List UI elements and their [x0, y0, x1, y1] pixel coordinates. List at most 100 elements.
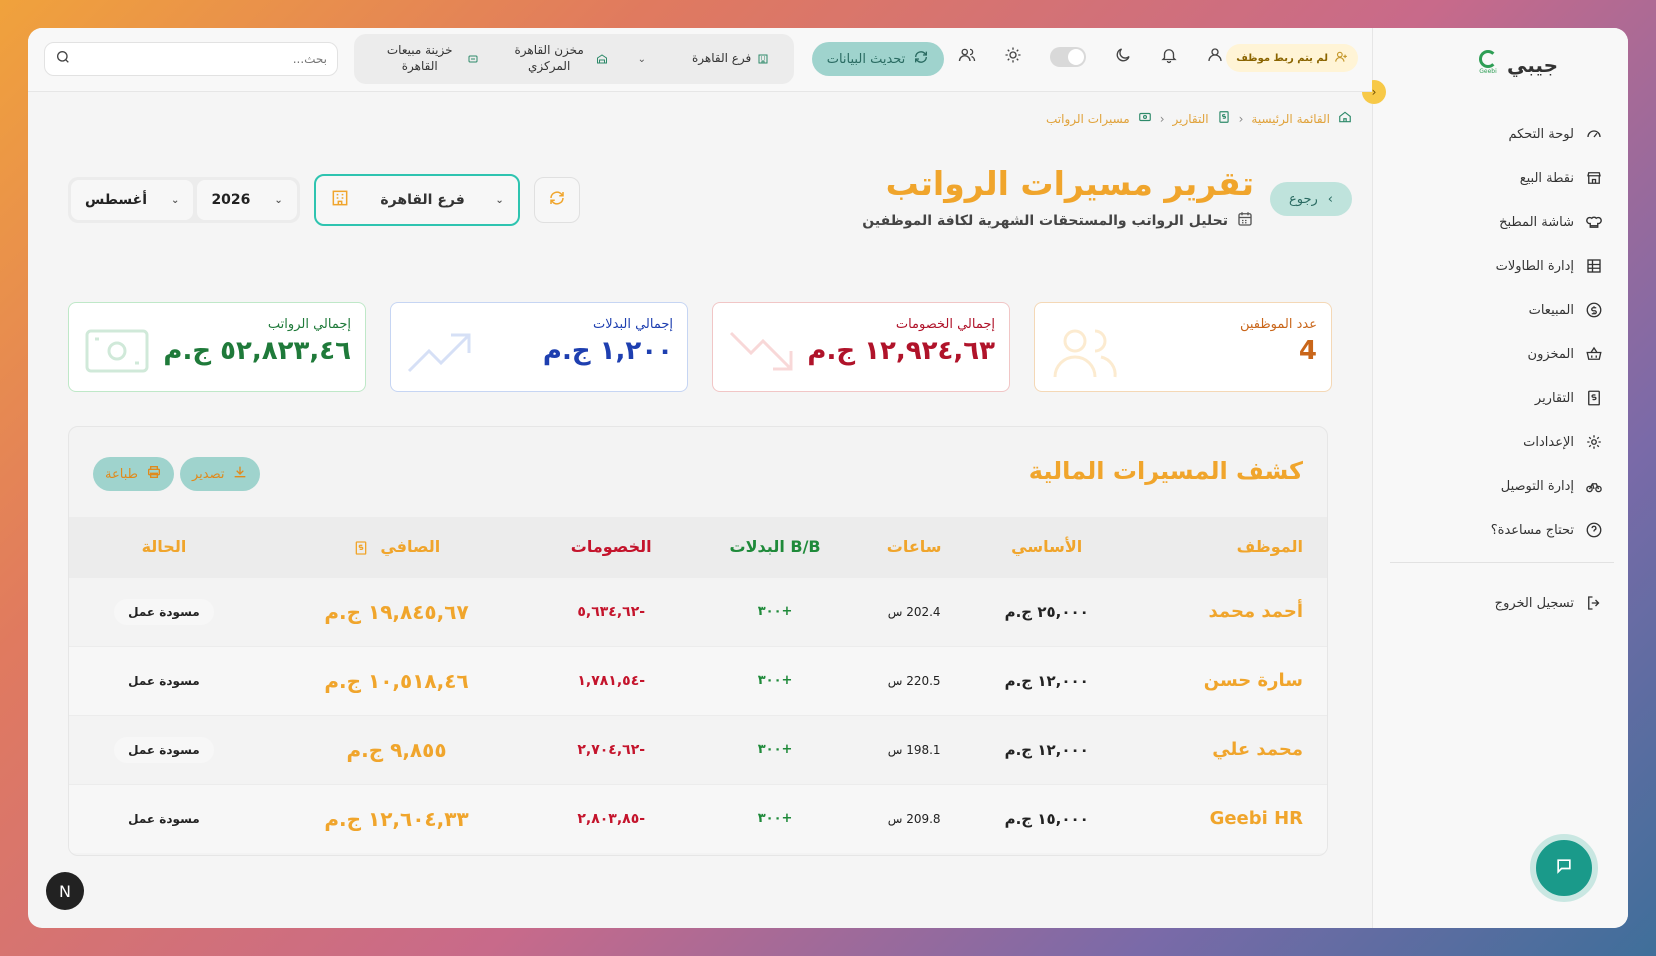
- sidebar-item-dashboard[interactable]: لوحة التحكم: [1404, 112, 1604, 156]
- chevron-left-icon: ‹: [1159, 111, 1165, 126]
- gauge-icon: [1584, 124, 1604, 144]
- bike-icon: [1584, 476, 1604, 496]
- cell-employee: أحمد محمد: [1208, 601, 1303, 622]
- sidebar-item-tables[interactable]: إدارة الطاولات: [1404, 244, 1604, 288]
- cell-net: ١٠,٥١٨,٤٦ ج.م: [324, 668, 469, 693]
- chat-button[interactable]: [1530, 834, 1598, 902]
- sidebar-item-inventory[interactable]: المخزون: [1404, 332, 1604, 376]
- brand-name: جيبي: [1507, 53, 1558, 77]
- user-icon[interactable]: [1206, 46, 1224, 68]
- cashbox-selector[interactable]: خزينة مبيعات القاهرة: [379, 43, 479, 74]
- stat-total-allowances: إجمالي البدلات ١,٢٠٠ ج.م: [390, 302, 688, 392]
- sidebar-item-kitchen[interactable]: شاشة المطبخ: [1404, 200, 1604, 244]
- back-button[interactable]: › رجوع: [1270, 182, 1352, 216]
- report-icon: [1584, 388, 1604, 408]
- branch-selector[interactable]: فرع القاهرة ⌄: [638, 51, 770, 67]
- sidebar-item-pos[interactable]: نقطة البيع: [1404, 156, 1604, 200]
- report-icon: [1217, 110, 1231, 127]
- bell-icon[interactable]: [1160, 46, 1178, 68]
- sidebar-item-delivery[interactable]: إدارة التوصيل: [1404, 464, 1604, 508]
- cell-net: ١٢,٦٠٤,٣٣ ج.م: [324, 806, 469, 831]
- reload-button[interactable]: [533, 177, 580, 223]
- col-allowances[interactable]: B/B البدلات: [688, 517, 862, 577]
- unlinked-employee-badge[interactable]: لم يتم ربط موظف: [1226, 44, 1358, 72]
- search-input[interactable]: [79, 52, 327, 66]
- sidebar-item-label: التقارير: [1534, 390, 1574, 406]
- n-badge[interactable]: N: [46, 872, 84, 910]
- status-badge: مسودة عمل: [114, 736, 214, 763]
- sidebar-item-label: المخزون: [1527, 346, 1574, 362]
- trend-up-icon: [405, 321, 477, 383]
- calendar-icon: [1236, 210, 1254, 232]
- print-button[interactable]: طباعة: [93, 457, 174, 491]
- store-icon: [1584, 168, 1604, 188]
- cell-net: ٩,٨٥٥ ج.م: [346, 737, 447, 762]
- refresh-data-button[interactable]: تحديث البيانات: [812, 42, 944, 76]
- sidebar-item-label: المبيعات: [1528, 302, 1574, 318]
- breadcrumb: القائمة الرئيسية ‹ التقارير ‹ مسيرات الر…: [1046, 110, 1352, 127]
- month-value: أغسطس: [85, 192, 148, 208]
- cash-register-icon: [467, 53, 479, 65]
- payroll-table: الموظف الأساسي ساعات B/B البدلات الخصوما…: [69, 517, 1327, 853]
- refresh-data-label: تحديث البيانات: [826, 51, 906, 67]
- month-select[interactable]: ⌄ أغسطس: [71, 180, 194, 220]
- cell-basic: ٢٥,٠٠٠ ج.م: [1004, 602, 1089, 621]
- stat-employee-count: عدد الموظفين 4: [1034, 302, 1332, 392]
- unlinked-badge-label: لم يتم ربط موظف: [1236, 52, 1328, 64]
- sidebar-item-reports[interactable]: التقارير: [1404, 376, 1604, 420]
- breadcrumb-home[interactable]: القائمة الرئيسية: [1251, 112, 1330, 126]
- chevron-down-icon: ⌄: [274, 194, 283, 206]
- table-row[interactable]: سارة حسن ١٢,٠٠٠ ج.م 220.5 س +٣٠٠ -١,٧٨١,…: [69, 646, 1327, 715]
- filters-bar: ⌄ فرع القاهرة ⌄ 2026 ⌄ أغسطس: [68, 174, 580, 226]
- table-row[interactable]: Geebi HR ١٥,٠٠٠ ج.م 209.8 س +٣٠٠ -٢,٨٠٣,…: [69, 784, 1327, 853]
- table-row[interactable]: محمد علي ١٢,٠٠٠ ج.م 198.1 س +٣٠٠ -٢,٧٠٤,…: [69, 715, 1327, 784]
- cell-status: مسودة عمل: [69, 784, 259, 853]
- export-button[interactable]: تصدير: [179, 457, 261, 491]
- sidebar-item-label: لوحة التحكم: [1508, 126, 1574, 142]
- theme-toggle[interactable]: [1050, 47, 1086, 67]
- col-employee[interactable]: الموظف: [1127, 517, 1327, 577]
- sun-icon[interactable]: [1004, 46, 1022, 68]
- sidebar-item-sales[interactable]: المبيعات: [1404, 288, 1604, 332]
- sidebar-item-label: تحتاج مساعدة؟: [1490, 522, 1574, 538]
- col-basic[interactable]: الأساسي: [966, 517, 1127, 577]
- chef-hat-icon: [1584, 212, 1604, 232]
- chevron-left-icon: ‹: [1238, 111, 1244, 126]
- sidebar-item-label: تسجيل الخروج: [1494, 595, 1574, 611]
- cell-deductions: -٢,٧٠٤,٦٢: [577, 741, 646, 758]
- back-label: رجوع: [1289, 191, 1318, 207]
- building-icon: [757, 53, 769, 65]
- branch-filter-select[interactable]: ⌄ فرع القاهرة: [313, 174, 520, 226]
- topbar: لم يتم ربط موظف تحديث البيانات فرع القاه…: [28, 28, 1372, 92]
- moon-icon[interactable]: [1114, 46, 1132, 68]
- brand[interactable]: جيبي Geebi: [1477, 50, 1558, 80]
- search-icon: [55, 49, 71, 69]
- col-deductions[interactable]: الخصومات: [534, 517, 688, 577]
- breadcrumb-reports[interactable]: التقارير: [1173, 112, 1209, 126]
- page-subtitle: تحليل الرواتب والمستحقات الشهرية لكافة ا…: [862, 210, 1254, 232]
- sidebar-item-help[interactable]: تحتاج مساعدة؟: [1404, 508, 1604, 552]
- sidebar-item-logout[interactable]: تسجيل الخروج: [1404, 581, 1604, 625]
- user-plus-icon: [1334, 50, 1348, 67]
- building-icon: [330, 188, 350, 212]
- cell-net: ١٩,٨٤٥,٦٧ ج.م: [324, 599, 469, 624]
- cell-basic: ١٥,٠٠٠ ج.م: [1004, 809, 1089, 828]
- col-hours[interactable]: ساعات: [862, 517, 966, 577]
- sidebar-item-label: إدارة الطاولات: [1495, 258, 1574, 274]
- branch-label: فرع القاهرة: [691, 51, 752, 66]
- branch-filter-value: فرع القاهرة: [380, 192, 465, 208]
- users-icon[interactable]: [958, 46, 976, 68]
- table-row[interactable]: أحمد محمد ٢٥,٠٠٠ ج.م 202.4 س +٣٠٠ -٥,٦٣٤…: [69, 577, 1327, 646]
- col-status[interactable]: الحالة: [69, 517, 259, 577]
- cell-hours: 220.5 س: [887, 673, 941, 688]
- cell-allowances: +٣٠٠: [757, 811, 793, 827]
- chevron-down-icon: ⌄: [637, 53, 646, 65]
- cashbox-label: خزينة مبيعات القاهرة: [386, 43, 453, 73]
- year-select[interactable]: ⌄ 2026: [197, 180, 297, 220]
- payroll-sheet: كشف المسيرات المالية تصدير طباعة الموظف …: [68, 426, 1328, 856]
- col-net[interactable]: الصافي: [259, 517, 534, 577]
- sidebar-item-label: نقطة البيع: [1519, 170, 1574, 186]
- sidebar-item-settings[interactable]: الإعدادات: [1404, 420, 1604, 464]
- basket-icon: [1584, 344, 1604, 364]
- warehouse-selector[interactable]: مخزن القاهرة المركزي: [508, 43, 608, 74]
